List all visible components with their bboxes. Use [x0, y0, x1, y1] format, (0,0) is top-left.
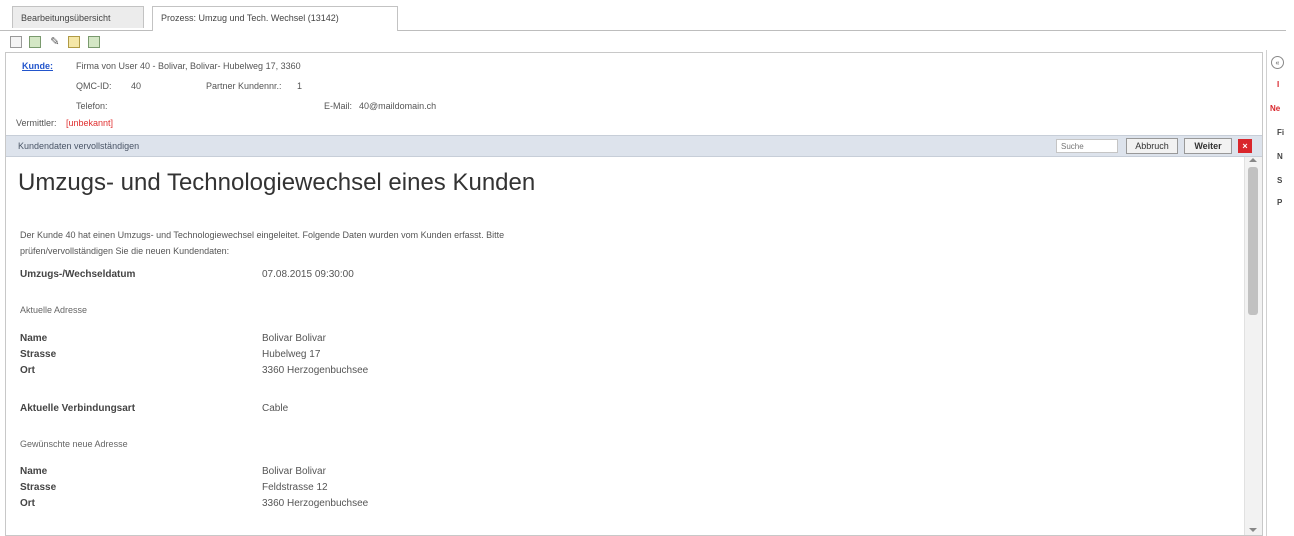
right-panel-item[interactable]: P	[1277, 198, 1282, 207]
datum-label: Umzugs-/Wechseldatum	[20, 269, 136, 280]
qmc-id-value: 40	[131, 81, 142, 91]
tab-bearbeitungsuebersicht[interactable]: Bearbeitungsübersicht	[12, 6, 144, 28]
content-area: Umzugs- und Technologiewechsel eines Kun…	[6, 157, 1244, 535]
name-label: Name	[20, 333, 48, 344]
right-panel-item[interactable]: N	[1277, 152, 1283, 161]
kunde-value: Firma von User 40 - Bolivar, Bolivar- Hu…	[76, 61, 301, 71]
new-ort-value: 3360 Herzogenbuchsee	[262, 498, 369, 509]
right-panel-item[interactable]: Fi	[1277, 128, 1284, 137]
export-icon[interactable]	[87, 35, 100, 48]
partner-kundennr-value: 1	[297, 81, 303, 91]
right-panel-item[interactable]: I	[1277, 80, 1279, 89]
scroll-down-icon[interactable]	[1249, 528, 1257, 532]
tab-bar: Bearbeitungsübersicht Prozess: Umzug und…	[0, 0, 1286, 31]
name-label: Name	[20, 466, 48, 477]
section-title: Kundendaten vervollständigen	[18, 141, 140, 151]
vermittler-label: Vermittler:	[16, 118, 57, 128]
scroll-thumb[interactable]	[1248, 167, 1258, 315]
pen-icon[interactable]: ✎	[49, 36, 61, 48]
current-address-heading: Aktuelle Adresse	[20, 305, 88, 315]
email-value: 40@maildomain.ch	[359, 101, 437, 111]
edit-icon[interactable]	[68, 35, 81, 48]
process-panel: Kunde: Firma von User 40 - Bolivar, Boli…	[5, 52, 1263, 536]
intro-text: Der Kunde 40 hat einen Umzugs- und Techn…	[20, 230, 505, 256]
verbindung-value: Cable	[262, 403, 289, 414]
kunde-link[interactable]: Kunde:	[22, 61, 53, 71]
current-ort-value: 3360 Herzogenbuchsee	[262, 365, 369, 376]
vermittler-value[interactable]: [unbekannt]	[66, 118, 113, 128]
datum-value: 07.08.2015 09:30:00	[262, 269, 354, 280]
save-icon[interactable]	[29, 35, 42, 48]
customer-info: Kunde: Firma von User 40 - Bolivar, Boli…	[6, 53, 1262, 135]
ort-label: Ort	[20, 498, 35, 509]
collapse-icon[interactable]: «	[1271, 56, 1284, 69]
tab-prozess[interactable]: Prozess: Umzug und Tech. Wechsel (13142)	[152, 6, 398, 31]
toolbar: ✎	[10, 33, 103, 49]
new-name-value: Bolivar Bolivar	[262, 466, 326, 477]
verbindung-label: Aktuelle Verbindungsart	[20, 403, 136, 414]
weiter-button[interactable]: Weiter	[1184, 138, 1232, 154]
abbruch-button[interactable]: Abbruch	[1126, 138, 1178, 154]
new-address-heading: Gewünschte neue Adresse	[20, 439, 128, 449]
strasse-label: Strasse	[20, 349, 57, 360]
vertical-scrollbar[interactable]	[1244, 157, 1262, 535]
scroll-up-icon[interactable]	[1249, 158, 1257, 162]
new-strasse-value: Feldstrasse 12	[262, 482, 328, 493]
current-name-value: Bolivar Bolivar	[262, 333, 326, 344]
email-label: E-Mail:	[324, 101, 353, 111]
document-icon[interactable]	[10, 35, 22, 48]
page-title: Umzugs- und Technologiewechsel eines Kun…	[18, 169, 536, 196]
section-header: Kundendaten vervollständigen Abbruch Wei…	[6, 135, 1262, 157]
right-panel: « I Ne Fi N S P	[1266, 50, 1294, 536]
search-input[interactable]	[1056, 139, 1118, 153]
strasse-label: Strasse	[20, 482, 57, 493]
right-panel-item[interactable]: Ne	[1270, 104, 1280, 113]
telefon-label: Telefon:	[76, 101, 108, 111]
partner-kundennr-label: Partner Kundennr.:	[206, 81, 282, 91]
right-panel-item[interactable]: S	[1277, 176, 1282, 185]
ort-label: Ort	[20, 365, 35, 376]
qmc-id-label: QMC-ID:	[76, 81, 112, 91]
current-strasse-value: Hubelweg 17	[262, 349, 321, 360]
close-icon[interactable]: ×	[1238, 139, 1252, 153]
